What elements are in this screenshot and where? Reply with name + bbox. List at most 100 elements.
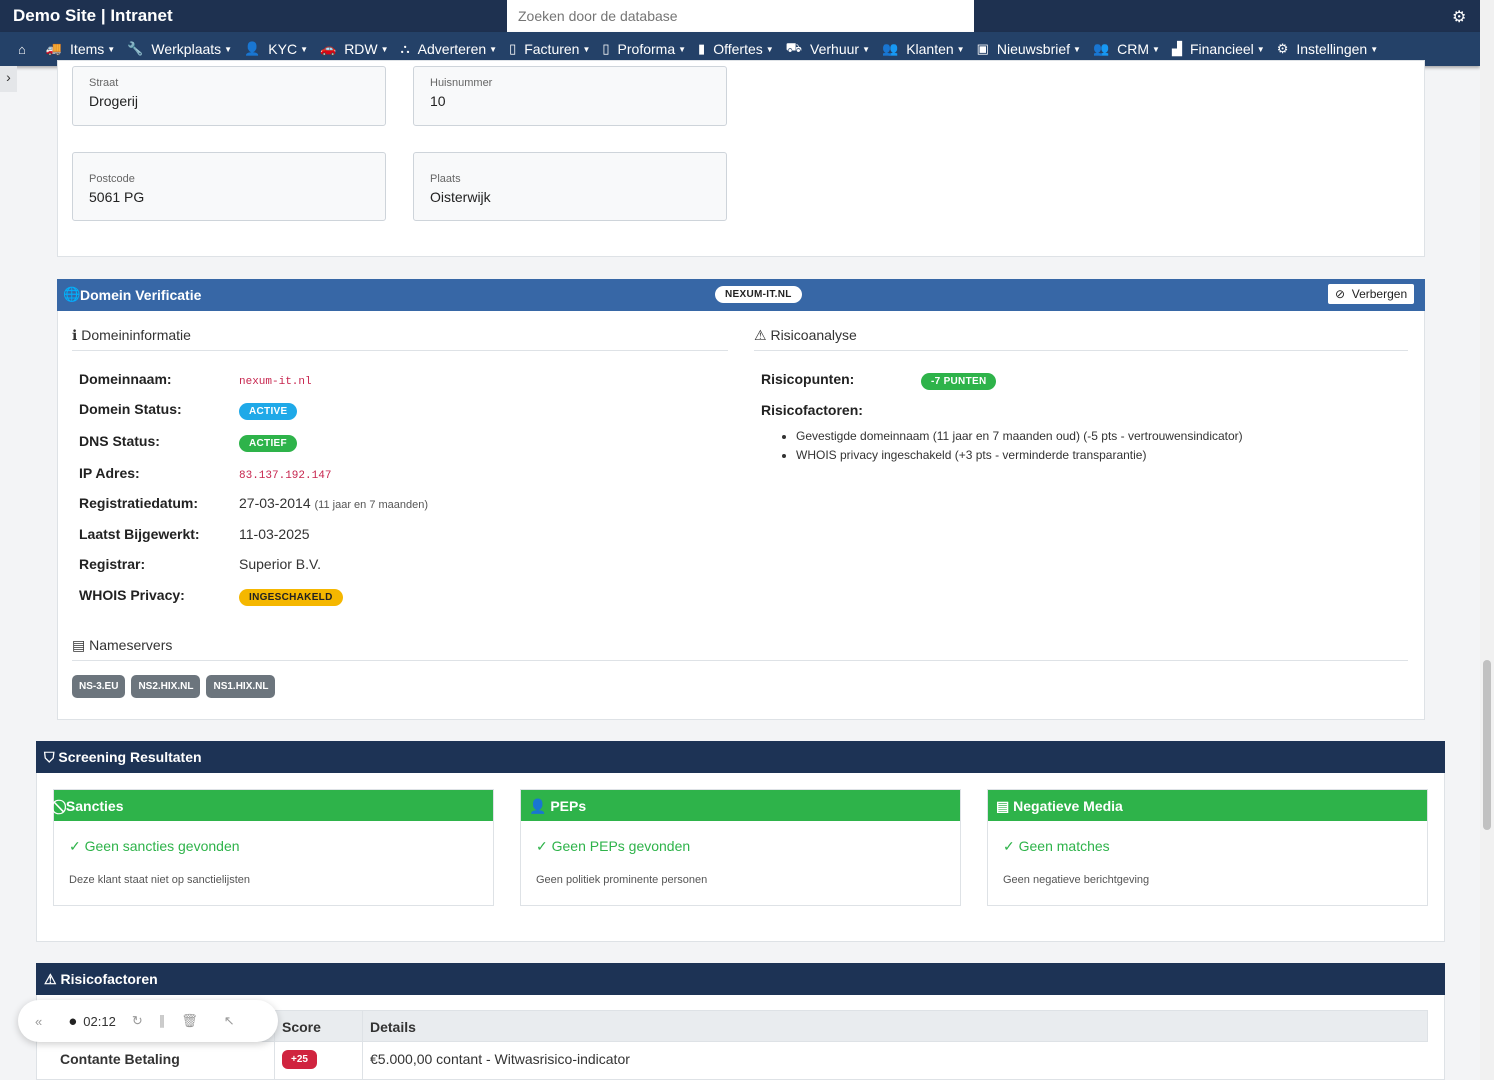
- risk-analysis-title: ⚠ Risicoanalyse: [754, 327, 857, 344]
- screening-header: ⛉ Screening Resultaten: [36, 741, 1445, 773]
- description: Geen negatieve berichtgeving: [1003, 874, 1150, 886]
- postcode-field[interactable]: Postcode 5061 PG: [72, 152, 386, 221]
- screening-card-header: ▤ Negatieve Media: [988, 790, 1427, 821]
- caret-down-icon: ▼: [956, 44, 965, 54]
- nav-item-instellingen[interactable]: ⚙ Instellingen ▼: [1277, 41, 1378, 57]
- nav-item-proforma[interactable]: ▯ Proforma ▼: [602, 41, 686, 57]
- nav-icon: ▮: [698, 41, 706, 56]
- caret-down-icon: ▼: [107, 44, 116, 54]
- description: Geen politiek prominente personen: [536, 874, 708, 886]
- label: Risicopunten:: [761, 371, 855, 387]
- record-icon[interactable]: ●: [68, 1013, 77, 1030]
- label: WHOIS Privacy:: [79, 587, 185, 603]
- nav-item-kyc[interactable]: 👤 KYC ▼: [244, 41, 308, 57]
- nav-item-facturen[interactable]: ▯ Facturen ▼: [509, 41, 590, 57]
- card-icon: ▤: [996, 798, 1010, 814]
- nav-icon: 👥: [1092, 41, 1110, 56]
- nav-icon: 🚗: [320, 41, 337, 56]
- nav-item-nieuwsbrief[interactable]: ▣ Nieuwsbrief ▼: [977, 41, 1081, 57]
- risk-title: Risicofactoren: [60, 971, 158, 987]
- pointer-icon[interactable]: ↖: [224, 1013, 235, 1029]
- huisnummer-field[interactable]: Huisnummer 10: [413, 66, 727, 126]
- screening-card-item: ▤ Negatieve Media ✓ Geen matches Geen nega…: [987, 789, 1428, 906]
- pause-icon[interactable]: ∥: [159, 1013, 166, 1029]
- trash-icon[interactable]: 🗑: [181, 1013, 198, 1029]
- domain-badge: NEXUM-IT.NL: [715, 286, 802, 303]
- risk-factor: Gevestigde domeinnaam (11 jaar en 7 maan…: [796, 427, 1243, 446]
- nav-item-klanten[interactable]: 👥 Klanten ▼: [882, 41, 965, 57]
- nav-item-offertes[interactable]: ▮ Offertes ▼: [698, 41, 774, 57]
- search-input[interactable]: [507, 0, 974, 32]
- nav-icon: ⌂: [18, 41, 26, 57]
- label: IP Adres:: [79, 465, 140, 481]
- label: Plaats: [430, 173, 461, 185]
- straat-field[interactable]: Straat Drogerij: [72, 66, 386, 126]
- status-badge: ACTIVE: [239, 403, 298, 420]
- settings-gear-icon[interactable]: ⚙: [1452, 7, 1466, 27]
- brand[interactable]: Demo Site | Intranet: [13, 6, 173, 26]
- warning-icon: ⚠: [44, 971, 61, 987]
- nav-label: KYC: [268, 41, 298, 57]
- card-title: PEPs: [550, 798, 587, 814]
- value: Drogerij: [89, 93, 139, 109]
- plaats-field[interactable]: Plaats Oisterwijk: [413, 152, 727, 221]
- restart-icon[interactable]: ↻: [132, 1013, 143, 1029]
- column-header: Score: [282, 1019, 321, 1035]
- nameserver-badge: NS1.HIX.NL: [206, 675, 276, 698]
- domain-title: Domein Verificatie: [80, 287, 202, 303]
- hide-button[interactable]: ⊘ Verbergen: [1328, 284, 1415, 304]
- value: 5061 PG: [89, 189, 145, 205]
- nav-item-items[interactable]: 🚚 Items ▼: [46, 41, 115, 57]
- nav-label: Klanten: [906, 41, 954, 57]
- card-icon: 👤: [529, 798, 547, 814]
- caret-down-icon: ▼: [862, 44, 870, 54]
- nav-item-verhuur[interactable]: ⛟ Verhuur ▼: [786, 40, 870, 58]
- nav-item-rdw[interactable]: 🚗 RDW ▼: [320, 41, 389, 57]
- nameserver-list: NS-3.EU NS2.HIX.NL NS1.HIX.NL: [72, 675, 281, 698]
- caret-down-icon: ▼: [582, 44, 591, 54]
- domain-row: Laatst Bijgewerkt: 11-03-2025: [79, 526, 310, 542]
- info-icon: ℹ: [72, 327, 82, 343]
- nav-item-financieel[interactable]: ▟ Financieel ▼: [1172, 41, 1265, 57]
- nav-item-adverteren[interactable]: ⛬ Adverteren ▼: [401, 41, 498, 57]
- screening-title: Screening Resultaten: [58, 749, 202, 765]
- recorder-widget: « ● 02:12 ↻ ∥ 🗑 ↖: [18, 1000, 278, 1042]
- shield-icon: ⛉: [44, 749, 59, 765]
- server-icon: ▤: [72, 637, 90, 653]
- risk-factor: WHOIS privacy ingeschakeld (+3 pts - ver…: [796, 446, 1243, 465]
- eye-slash-icon: ⊘: [1335, 287, 1349, 301]
- scrollbar-thumb[interactable]: [1483, 660, 1491, 830]
- domain-row: Registrar: Superior B.V.: [79, 556, 321, 572]
- nav-icon: ▯: [509, 41, 517, 56]
- nav-label: Adverteren: [417, 41, 487, 57]
- caret-down-icon: ▼: [489, 44, 498, 54]
- domain-row: Registratiedatum: 27-03-2014 (11 jaar en …: [79, 495, 428, 511]
- screening-card-item: ⃠ Sancties ✓ Geen sancties gevonden Deze k…: [53, 789, 494, 906]
- nav-item-home[interactable]: ⌂: [18, 42, 34, 57]
- result-text: Geen sancties gevonden: [84, 838, 240, 854]
- value: 10: [430, 93, 446, 109]
- label: Postcode: [89, 173, 135, 185]
- status-badge: INGESCHAKELD: [239, 589, 343, 606]
- label: Huisnummer: [430, 77, 493, 89]
- value: 83.137.192.147: [239, 470, 332, 482]
- scrollbar[interactable]: [1480, 0, 1494, 1080]
- collapse-icon[interactable]: «: [35, 1014, 42, 1029]
- value: nexum-it.nl: [239, 376, 312, 388]
- risk-factors-label: Risicofactoren:: [761, 402, 863, 418]
- caret-down-icon: ▼: [678, 44, 687, 54]
- nameserver-badge: NS-3.EU: [72, 675, 126, 698]
- label: Laatst Bijgewerkt:: [79, 526, 200, 542]
- check-icon: ✓: [536, 838, 552, 854]
- card-title: Sancties: [65, 798, 124, 814]
- value: 11-03-2025: [239, 526, 310, 542]
- label: Registrar:: [79, 556, 146, 572]
- label: Risicoanalyse: [770, 327, 857, 343]
- sidebar-toggle[interactable]: ›: [0, 66, 17, 92]
- caret-down-icon: ▼: [1073, 44, 1081, 54]
- screening-card-header: 👤 PEPs: [521, 790, 960, 821]
- domain-row: WHOIS Privacy: INGESCHAKELD: [79, 587, 343, 606]
- nav-label: RDW: [344, 41, 378, 57]
- nav-item-werkplaats[interactable]: 🔧 Werkplaats ▼: [127, 41, 232, 57]
- nav-item-crm[interactable]: 👥 CRM ▼: [1093, 41, 1160, 57]
